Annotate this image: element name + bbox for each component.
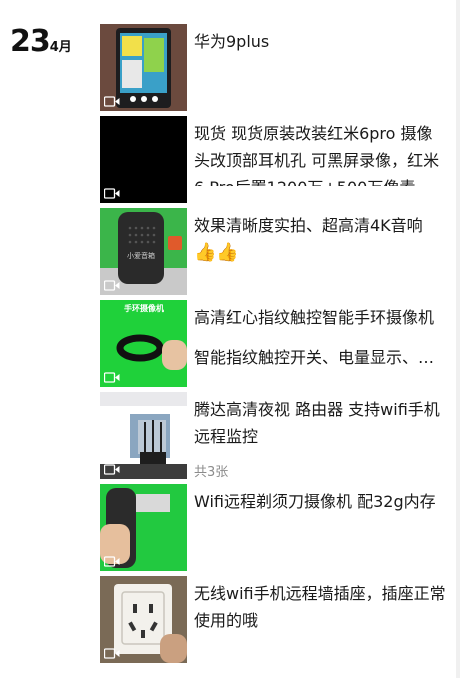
video-icon [104,188,120,199]
post-item[interactable]: 小爱音箱 效果清晰度实拍、超高清4K音响 👍👍 [100,208,450,295]
thumbnail-caption: 手环摄像机 [124,303,164,313]
video-icon [104,372,120,383]
post-text: 华为9plus [194,32,270,51]
post-item[interactable]: Wifi远程剃须刀摄像机 配32g内存 [100,484,450,571]
thumbnail-caption: 小爱音箱 [127,251,155,260]
post-item[interactable]: 无线wifi手机远程墙插座，插座正常使用的哦 [100,576,450,663]
thumbs-up-icon: 👍👍 [194,242,239,263]
post-item[interactable]: 华为9plus [100,24,450,111]
post-thumbnail[interactable] [100,392,187,479]
post-text: 效果清晰度实拍、超高清4K音响 👍👍 [194,212,448,266]
date-label: 234月 [10,24,72,59]
post-thumbnail[interactable]: 小爱音箱 [100,208,187,295]
video-icon [104,96,120,107]
video-icon [104,556,120,567]
date-month: 4月 [49,40,72,55]
post-text: Wifi远程剃须刀摄像机 配32g内存 [194,492,436,511]
post-item[interactable]: 手环摄像机 高清红心指纹触控智能手环摄像机 智能指纹触控开关、电量显示、… [100,300,450,387]
post-text: 腾达高清夜视 路由器 支持wifi手机远程监控 [194,400,440,446]
post-thumbnail[interactable] [100,116,187,203]
video-icon [104,464,120,475]
post-text: 高清红心指纹触控智能手环摄像机 [194,308,435,327]
post-text: 现货 现货原装改装红米6pro 摄像头改顶部耳机孔 可黑屏录像，红米6 Pro后… [194,124,440,186]
video-icon [104,280,120,291]
post-thumbnail[interactable] [100,576,187,663]
post-subtext: 智能指纹触控开关、电量显示、… [194,348,435,367]
post-text: 无线wifi手机远程墙插座，插座正常使用的哦 [194,584,446,630]
scrollbar[interactable] [456,0,460,678]
video-icon [104,648,120,659]
image-count: 共3张 [194,465,229,480]
post-thumbnail[interactable]: 手环摄像机 [100,300,187,387]
post-item[interactable]: 腾达高清夜视 路由器 支持wifi手机远程监控 共3张 [100,392,450,480]
post-thumbnail[interactable] [100,484,187,571]
post-item[interactable]: 现货 现货原装改装红米6pro 摄像头改顶部耳机孔 可黑屏录像，红米6 Pro后… [100,116,450,203]
post-thumbnail[interactable] [100,24,187,111]
date-day: 23 [10,24,51,59]
post-text-content: 效果清晰度实拍、超高清4K音响 [194,216,423,235]
